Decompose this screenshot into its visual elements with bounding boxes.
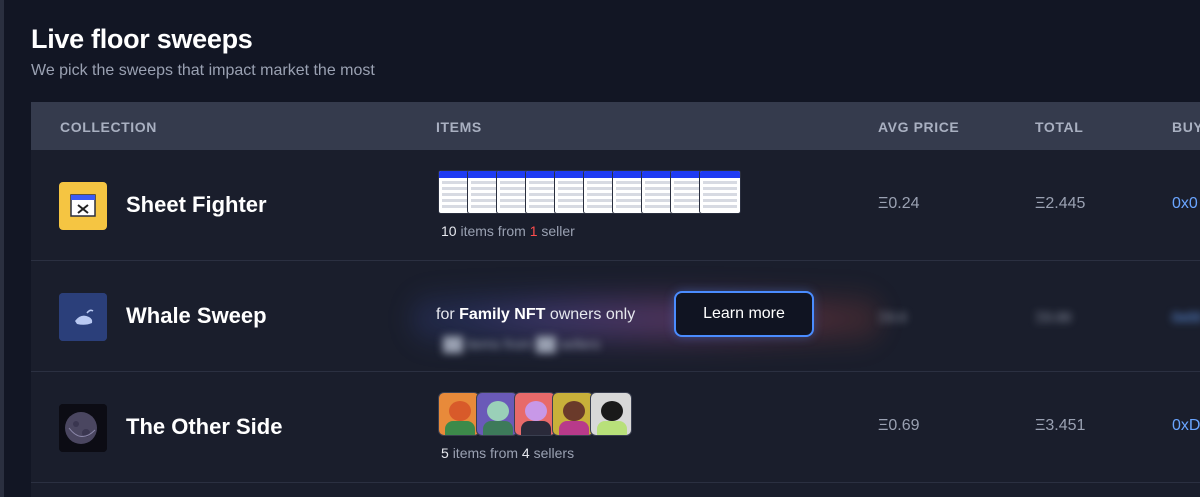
spreadsheet-window-icon <box>59 182 107 230</box>
column-header-collection[interactable]: COLLECTION <box>60 119 157 135</box>
column-header-buyer[interactable]: BUY <box>1172 119 1200 135</box>
column-header-avg-price[interactable]: AVG PRICE <box>878 119 959 135</box>
nft-thumbnail[interactable] <box>438 392 480 436</box>
family-nft-label: Family NFT <box>459 306 546 323</box>
table-row[interactable]: Sheet Fighter 10 items from 1 seller Ξ0.… <box>31 150 1200 261</box>
table-header: COLLECTION ITEMS AVG PRICE TOTAL BUY <box>31 102 1200 150</box>
total-price: Ξ2.445 <box>1035 195 1086 212</box>
window-edge <box>0 0 4 497</box>
moon-planet-icon <box>59 404 107 452</box>
learn-more-button[interactable]: Learn more <box>674 291 814 337</box>
page-title: Live floor sweeps <box>31 24 253 54</box>
nft-thumbnail[interactable] <box>552 392 594 436</box>
whale-icon <box>59 293 107 341</box>
collection-name[interactable]: Whale Sweep <box>126 303 267 329</box>
sweeps-table: COLLECTION ITEMS AVG PRICE TOTAL BUY She… <box>31 102 1200 497</box>
table-row[interactable]: The Other Side 5 items from 4 sellers Ξ0… <box>31 372 1200 483</box>
sellers-count: 4 <box>521 445 530 461</box>
nft-thumbnail[interactable] <box>590 392 632 436</box>
page-subtitle: We pick the sweeps that impact market th… <box>31 62 375 79</box>
collection-name[interactable]: Sheet Fighter <box>126 192 267 218</box>
sellers-label: sellers <box>533 445 575 461</box>
blurred-avg-price: Ξ0.0 <box>878 309 907 325</box>
items-summary: 5 items from 4 sellers <box>441 445 574 461</box>
collection-name[interactable]: The Other Side <box>126 414 282 440</box>
total-price: Ξ3.451 <box>1035 417 1086 434</box>
items-from-label: items from <box>460 223 526 239</box>
sellers-label: seller <box>541 223 575 239</box>
nft-thumbnail[interactable] <box>476 392 518 436</box>
column-header-total[interactable]: TOTAL <box>1035 119 1083 135</box>
sellers-count: 1 <box>529 223 538 239</box>
avg-price: Ξ0.24 <box>878 195 920 212</box>
items-count: 5 <box>441 445 449 461</box>
items-count: 10 <box>441 223 457 239</box>
avg-price: Ξ0.69 <box>878 417 920 434</box>
buyer-address-link[interactable]: 0x0 <box>1172 195 1198 213</box>
buyer-address-link[interactable]: 0xD <box>1172 417 1200 435</box>
blurred-total: Ξ0.00 <box>1035 309 1072 325</box>
column-header-items[interactable]: ITEMS <box>436 119 482 135</box>
locked-suffix: owners only <box>549 306 636 323</box>
items-summary: 10 items from 1 seller <box>441 223 575 239</box>
table-row[interactable]: Whale Sweep for Family NFT owners only L… <box>31 261 1200 372</box>
nft-thumbnail[interactable] <box>514 392 556 436</box>
nft-thumbnail[interactable] <box>699 170 741 214</box>
items-from-label: items from <box>452 445 519 461</box>
blurred-buyer: 0x00 <box>1172 309 1200 325</box>
locked-message: for Family NFT owners only <box>436 306 635 324</box>
blurred-items-summary: ██ items from ██ sellers <box>443 336 601 352</box>
locked-prefix: for <box>436 306 455 323</box>
